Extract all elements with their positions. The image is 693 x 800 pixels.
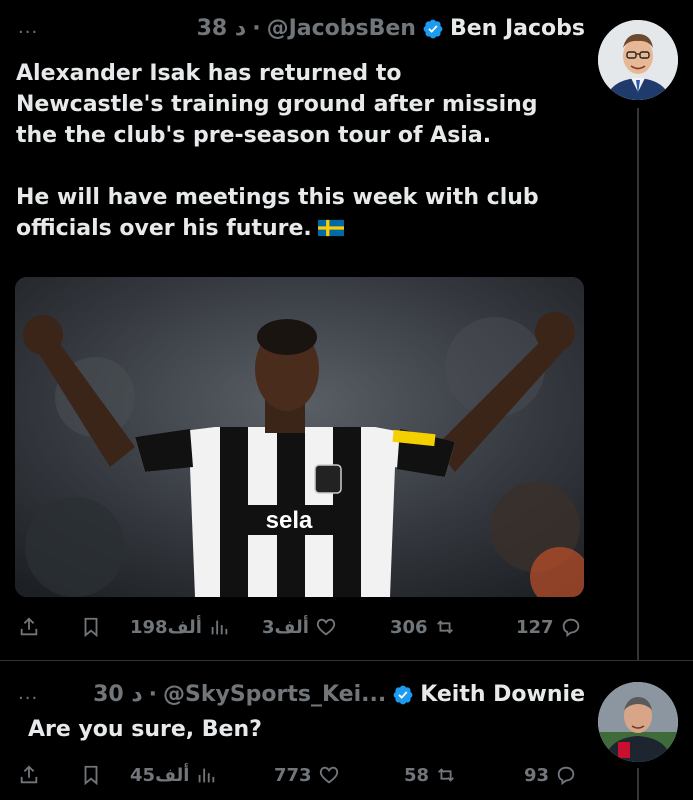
reply-header: 30 د · @SkySports_Kei... Keith Downie: [45, 682, 585, 707]
like-button[interactable]: 773: [274, 764, 340, 786]
share-icon: [20, 617, 38, 636]
repost-button[interactable]: 58: [404, 764, 457, 786]
tweet-media-photo[interactable]: sela: [15, 277, 584, 597]
views-count: 198ألف: [130, 616, 202, 638]
reply-button[interactable]: 93: [524, 764, 577, 786]
bookmark-icon: [84, 765, 98, 786]
bookmark-button[interactable]: [80, 764, 102, 786]
reply-icon: [562, 618, 579, 638]
repost-icon: [438, 768, 455, 782]
views-icon: [199, 768, 215, 783]
tweet-actions: 198ألف 3ألف 306 127: [18, 614, 598, 640]
verified-badge-icon: [393, 685, 413, 704]
repost-button[interactable]: 306: [390, 616, 456, 638]
thread-line: [637, 768, 639, 800]
views-count-button[interactable]: 198ألف: [130, 616, 230, 638]
avatar-photo: [598, 20, 678, 100]
reposts-count: 58: [404, 764, 430, 786]
tweet-divider: [0, 660, 693, 661]
avatar-photo: [598, 682, 678, 762]
tweet-text: Alexander Isak has returned to Newcastle…: [16, 58, 596, 244]
reply-author-avatar[interactable]: [598, 682, 678, 762]
thread-line: [637, 108, 639, 660]
reply-actions: 45ألف 773 58 93: [18, 762, 598, 788]
share-button[interactable]: [18, 616, 40, 638]
tweet-header: 38 د · @JacobsBen Ben Jacobs: [25, 16, 585, 41]
reply-text: Are you sure, Ben?: [28, 717, 262, 742]
reply-button[interactable]: 127: [516, 616, 582, 638]
bookmark-icon: [84, 617, 98, 638]
heart-icon: [319, 766, 338, 784]
replies-count: 93: [524, 764, 550, 786]
tweet-age[interactable]: 38 د: [197, 16, 247, 41]
reply-more-options-button[interactable]: ···: [18, 688, 38, 709]
reply-icon: [557, 766, 575, 786]
separator-dot: ·: [148, 682, 158, 707]
author-avatar[interactable]: [598, 20, 678, 100]
sweden-flag-icon: [317, 219, 344, 237]
share-icon: [20, 765, 38, 784]
tweet-text-line: He will have meetings this week with clu…: [16, 185, 539, 210]
repost-icon: [436, 620, 453, 634]
tweet-text-line: Alexander Isak has returned to: [16, 61, 402, 86]
like-button[interactable]: 3ألف: [262, 616, 337, 638]
reply-author-name[interactable]: Keith Downie: [420, 682, 585, 707]
tweet-text-line: officials over his future.: [16, 213, 596, 244]
author-name[interactable]: Ben Jacobs: [450, 16, 585, 41]
likes-count: 3ألف: [262, 616, 309, 638]
views-count-button[interactable]: 45ألف: [130, 764, 217, 786]
reposts-count: 306: [390, 616, 428, 638]
verified-badge-icon: [423, 19, 443, 38]
reply-author-handle[interactable]: @SkySports_Kei...: [163, 682, 386, 707]
tweet-text-line: the the club's pre-season tour of Asia.: [16, 123, 492, 148]
views-count: 45ألف: [130, 764, 190, 786]
author-handle[interactable]: @JacobsBen: [267, 16, 416, 41]
separator-dot: ·: [252, 16, 261, 41]
bookmark-button[interactable]: [80, 616, 102, 638]
player-celebration-image: sela: [15, 277, 584, 597]
tweet-text-line: Newcastle's training ground after missin…: [16, 92, 538, 117]
heart-icon: [316, 618, 336, 636]
share-button[interactable]: [18, 764, 40, 786]
views-icon: [211, 620, 228, 635]
reply-age[interactable]: 30 د: [93, 682, 143, 707]
shirt-sponsor-text: sela: [266, 507, 313, 534]
likes-count: 773: [274, 764, 312, 786]
replies-count: 127: [516, 616, 554, 638]
